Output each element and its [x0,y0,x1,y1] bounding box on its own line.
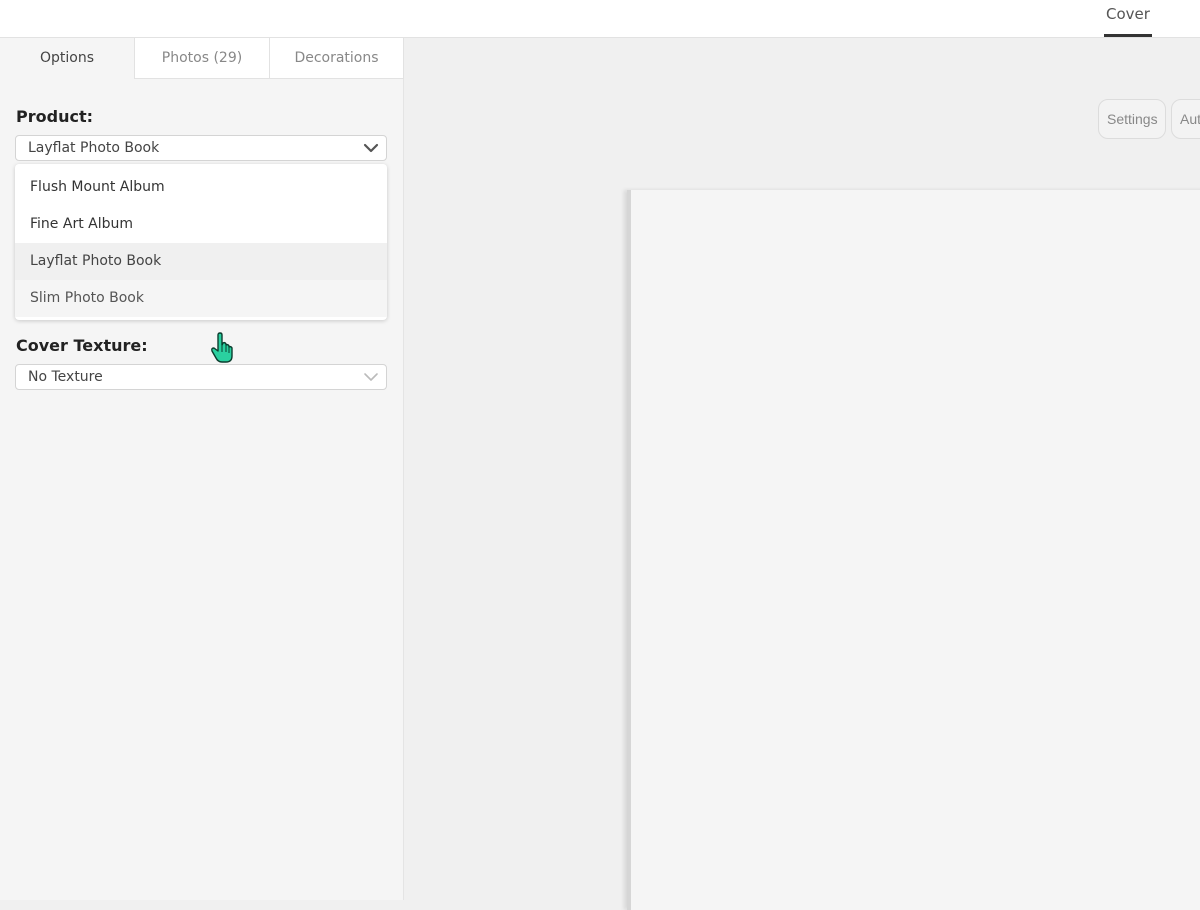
product-option-layflat-photo-book[interactable]: Layflat Photo Book [15,243,387,280]
tab-cover-label: Cover [1106,5,1150,23]
cover-texture-select[interactable]: No Texture [15,364,387,390]
cover-page-preview[interactable] [627,190,1200,910]
top-bar: Cover [0,0,1200,38]
design-canvas[interactable]: Settings Aut [405,38,1200,910]
product-option-slim-photo-book[interactable]: Slim Photo Book [15,280,387,317]
product-option-flush-mount-album[interactable]: Flush Mount Album [15,169,387,206]
tab-decorations[interactable]: Decorations [269,38,404,79]
tab-cover[interactable]: Cover [1100,0,1156,38]
product-label: Product: [16,107,93,126]
chevron-down-icon [363,143,379,153]
product-dropdown-menu: Flush Mount Album Fine Art Album Layflat… [15,164,387,320]
cover-texture-label: Cover Texture: [16,336,148,355]
product-select-value: Layflat Photo Book [28,140,160,156]
auto-button[interactable]: Aut [1171,99,1200,139]
cover-texture-select-value: No Texture [28,369,103,385]
product-select[interactable]: Layflat Photo Book [15,135,387,161]
hand-pointer-icon [211,332,233,363]
sidebar: Options Photos (29) Decorations Product:… [0,38,404,900]
active-tab-indicator [1104,34,1152,37]
tab-options[interactable]: Options [0,38,134,79]
tab-photos[interactable]: Photos (29) [134,38,269,79]
settings-button[interactable]: Settings [1098,99,1166,139]
chevron-down-icon [364,373,378,381]
product-option-fine-art-album[interactable]: Fine Art Album [15,206,387,243]
sidebar-tabs: Options Photos (29) Decorations [0,38,404,79]
